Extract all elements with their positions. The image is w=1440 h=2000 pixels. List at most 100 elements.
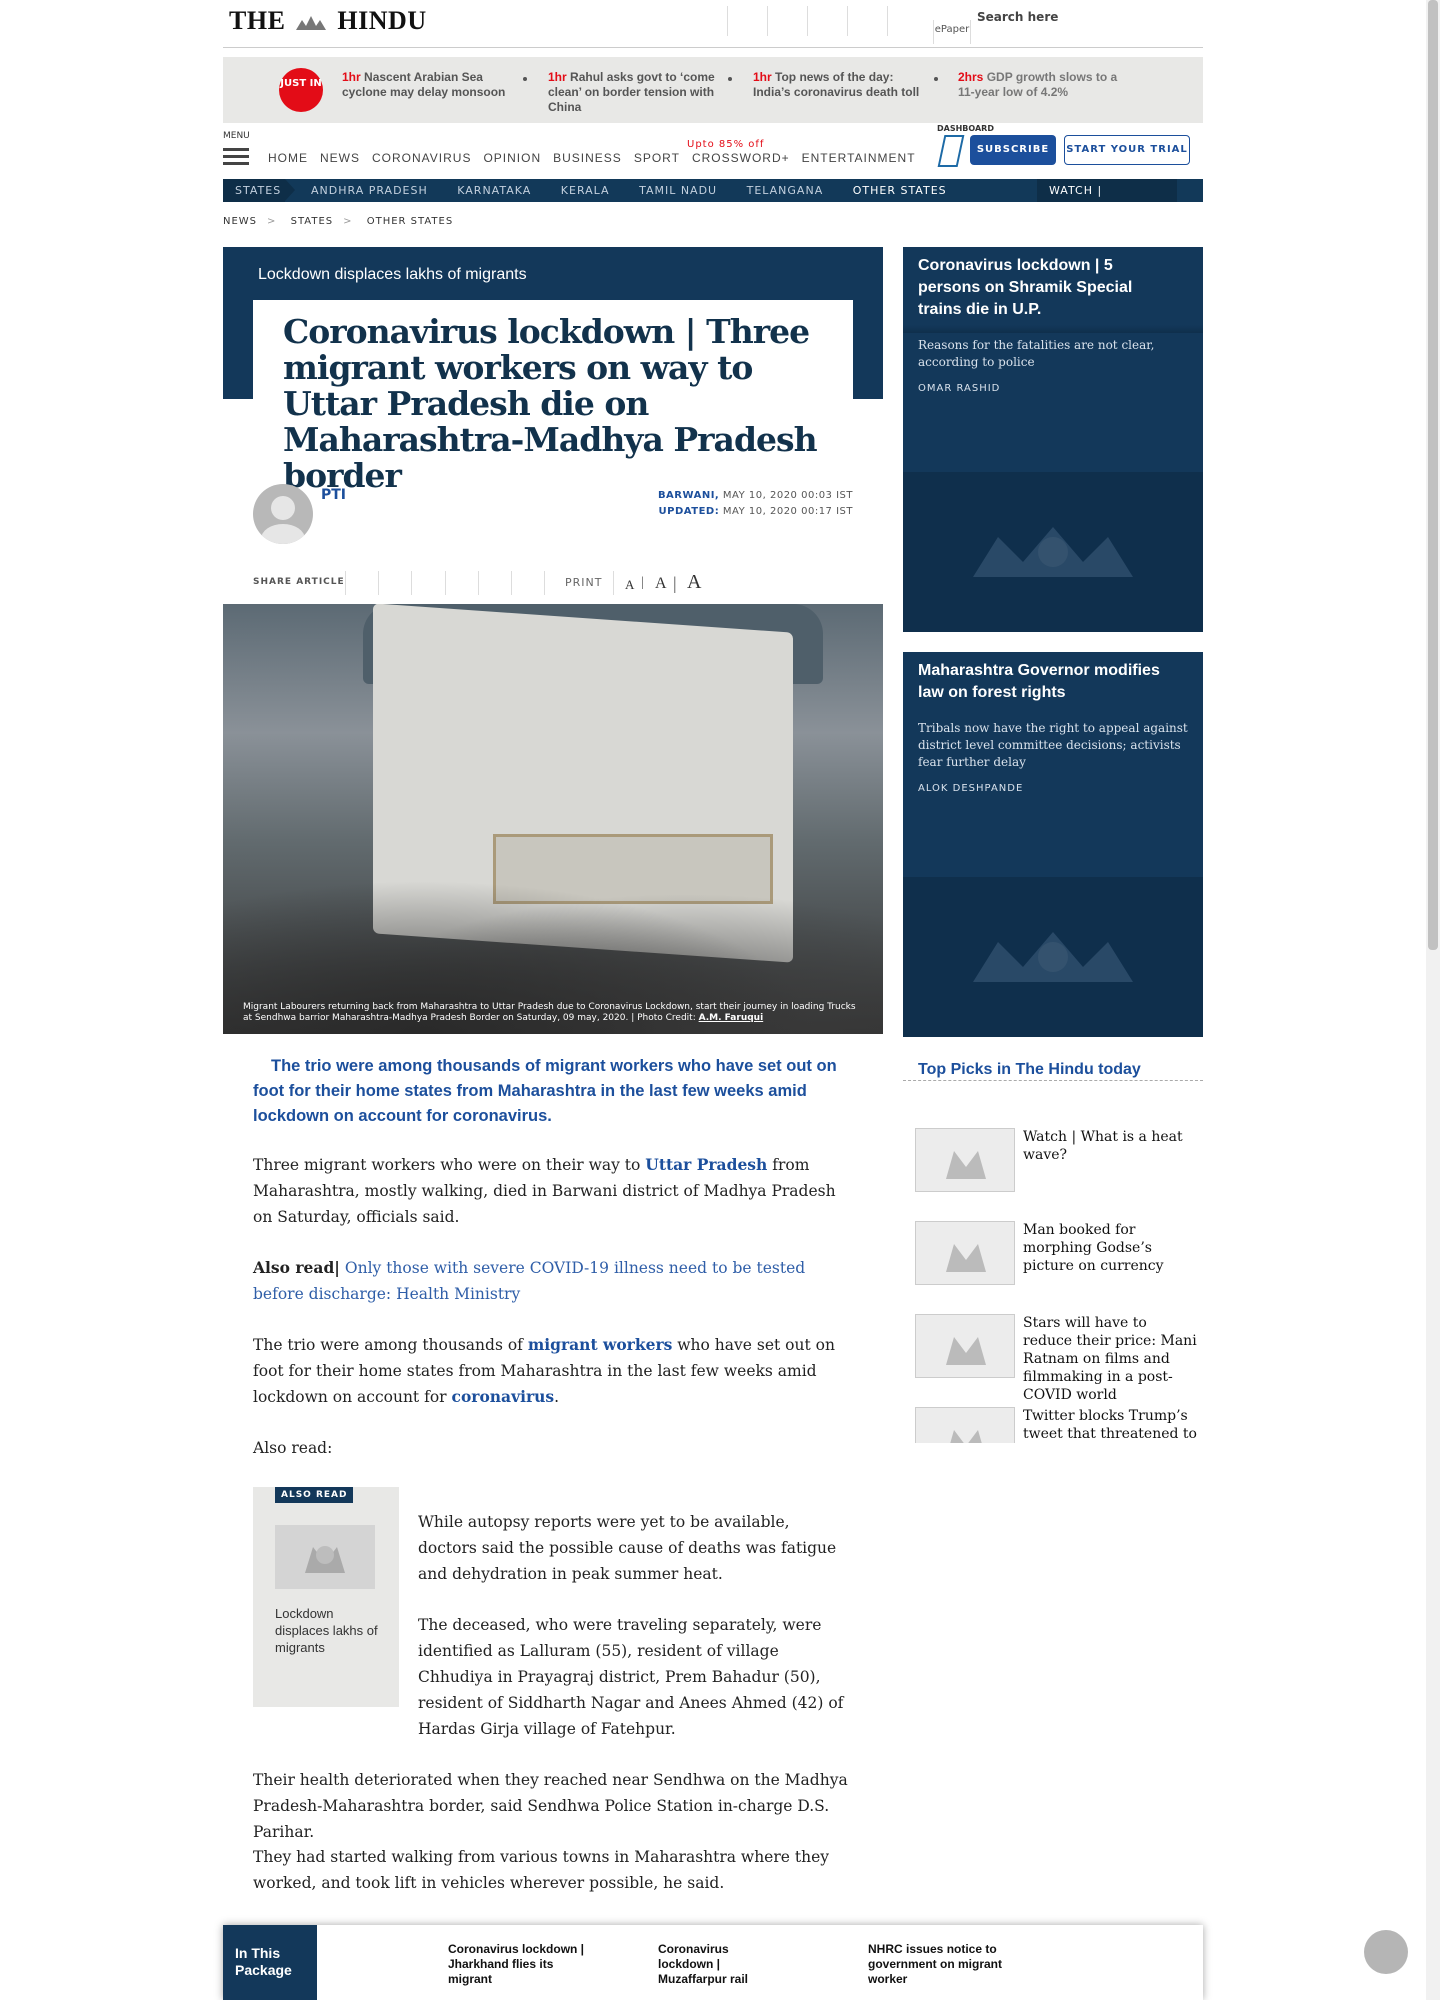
facebook-share-icon[interactable] <box>378 571 379 595</box>
photo-caption: Migrant Labourers returning back from Ma… <box>243 1002 863 1024</box>
also-read-label: Also read| <box>253 1258 340 1277</box>
package-item[interactable]: NHRC issues notice to government on migr… <box>868 1942 1018 1987</box>
subscribe-button[interactable]: SUBSCRIBE <box>970 135 1056 165</box>
share-divider <box>544 571 545 595</box>
paragraph-text: The trio were among thousands of <box>253 1336 528 1354</box>
twitter-icon[interactable] <box>767 6 807 36</box>
breadcrumb: NEWS > STATES > OTHER STATES <box>223 216 463 227</box>
article-lead: The trio were among thousands of migrant… <box>253 1057 837 1125</box>
state-tamil-nadu[interactable]: TAMIL NADU <box>639 184 717 197</box>
epaper-link[interactable]: ePaper <box>933 20 971 44</box>
nav-item-home[interactable]: HOME <box>268 151 308 165</box>
breadcrumb-separator: > <box>267 216 277 227</box>
site-logo[interactable]: THE HINDU <box>229 6 427 36</box>
migrant-workers-link[interactable]: migrant workers <box>528 1335 673 1354</box>
nav-item-entertainment[interactable]: ENTERTAINMENT <box>802 151 916 165</box>
ticker-item[interactable]: 2hrs GDP growth slows to a 11-year low o… <box>958 70 1128 100</box>
linkedin-share-icon[interactable] <box>445 571 446 595</box>
nav-item-sport[interactable]: SPORT <box>634 151 680 165</box>
uttar-pradesh-link[interactable]: Uttar Pradesh <box>645 1155 767 1174</box>
also-read-title: Lockdown displaces lakhs of migrants <box>275 1606 378 1655</box>
nav-item-coronavirus[interactable]: CORONAVIRUS <box>372 151 471 165</box>
states-label[interactable]: STATES <box>223 179 285 202</box>
font-size-separator: | <box>673 573 677 593</box>
print-button[interactable]: PRINT <box>565 576 602 589</box>
breadcrumb-separator: > <box>343 216 353 227</box>
crest-icon <box>973 527 1133 577</box>
nav-item-business[interactable]: BUSINESS <box>553 151 622 165</box>
top-picks-list: Watch | What is a heat wave? Man booked … <box>903 1088 1203 1443</box>
photo-credit[interactable]: A.M. Faruqui <box>699 1013 764 1023</box>
social-icons <box>727 6 927 36</box>
package-item[interactable]: Coronavirus lockdown | Jharkhand flies i… <box>448 1942 588 1987</box>
font-size-large-button[interactable]: A <box>687 571 701 594</box>
also-read-box[interactable]: ALSO READ Lockdown displaces lakhs of mi… <box>253 1487 399 1707</box>
sidebar-card[interactable]: Coronavirus lockdown | 5 persons on Shra… <box>903 247 1203 632</box>
breadcrumb-news[interactable]: NEWS <box>223 216 257 227</box>
updated-label: UPDATED: <box>658 506 720 517</box>
top-pick-item[interactable]: Watch | What is a heat wave? <box>915 1128 1195 1198</box>
ticker-item[interactable]: 1hr Nascent Arabian Sea cyclone may dela… <box>342 70 512 100</box>
whatsapp-share-icon[interactable] <box>478 571 479 595</box>
youtube-icon[interactable] <box>847 6 887 36</box>
breadcrumb-other-states[interactable]: OTHER STATES <box>367 216 453 227</box>
top-pick-item[interactable]: Man booked for morphing Godse’s picture … <box>915 1221 1195 1291</box>
state-telangana[interactable]: TELANGANA <box>747 184 824 197</box>
top-pick-item[interactable]: Twitter blocks Trump’s tweet that threat… <box>915 1407 1197 1443</box>
author-name[interactable]: PTI <box>321 487 346 503</box>
title-box: Coronavirus lockdown | Three migrant wor… <box>253 300 853 494</box>
article-dates: BARWANI, MAY 10, 2020 00:03 IST UPDATED:… <box>658 488 853 520</box>
breadcrumb-states[interactable]: STATES <box>291 216 334 227</box>
nav-item-crossword[interactable]: CROSSWORD+ <box>692 151 790 165</box>
logo-text-left: THE <box>229 6 286 35</box>
state-other-states[interactable]: OTHER STATES <box>853 184 947 197</box>
linkedin-icon[interactable] <box>807 6 847 36</box>
twitter-share-icon[interactable] <box>411 571 412 595</box>
share-divider <box>613 571 614 595</box>
ticker-item[interactable]: 1hr Rahul asks govt to ‘come clean’ on b… <box>548 70 718 115</box>
article-kicker[interactable]: Lockdown displaces lakhs of migrants <box>258 266 527 284</box>
just-in-ticker: JUST IN 1hr Nascent Arabian Sea cyclone … <box>223 57 1203 123</box>
facebook-icon[interactable] <box>727 6 767 36</box>
search-input[interactable]: Search here <box>977 10 1058 24</box>
dashboard-icon[interactable] <box>937 135 965 167</box>
font-size-small-button[interactable]: A <box>625 577 634 593</box>
hamburger-menu-icon[interactable] <box>223 148 249 169</box>
state-karnataka[interactable]: KARNATAKA <box>457 184 531 197</box>
email-share-icon[interactable] <box>511 571 512 595</box>
scroll-to-top-button[interactable] <box>1364 1930 1408 1974</box>
top-pick-title: Twitter blocks Trump’s tweet that threat… <box>1023 1408 1197 1442</box>
article-paragraph: Their health deteriorated when they reac… <box>253 1771 848 1841</box>
sidebar-card[interactable]: Maharashtra Governor modifies law on for… <box>903 652 1203 1037</box>
state-andhra-pradesh[interactable]: ANDHRA PRADESH <box>311 184 428 197</box>
nav-item-news[interactable]: NEWS <box>320 151 360 165</box>
updated-date: MAY 10, 2020 00:17 IST <box>722 506 853 517</box>
font-size-separator: | <box>641 575 644 590</box>
package-label: In This Package <box>223 1925 317 2000</box>
ticker-item[interactable]: 1hr Top news of the day: India’s coronav… <box>753 70 923 100</box>
scrollbar-thumb[interactable] <box>1428 0 1438 950</box>
ticker-separator <box>728 77 732 81</box>
start-trial-button[interactable]: START YOUR TRIAL <box>1064 135 1190 165</box>
ticker-separator <box>523 77 527 81</box>
article: Lockdown displaces lakhs of migrants Cor… <box>223 247 883 1927</box>
top-pick-item[interactable]: Stars will have to reduce their price: M… <box>915 1314 1197 1403</box>
sidebar-card-image <box>903 877 1203 1037</box>
states-bar: STATES ANDHRA PRADESH KARNATAKA KERALA T… <box>223 179 1203 220</box>
article-paragraph: Three migrant workers who were on their … <box>253 1152 853 1230</box>
card-divider <box>903 325 1203 333</box>
state-kerala[interactable]: KERALA <box>561 184 610 197</box>
coronavirus-link[interactable]: coronavirus <box>452 1387 555 1406</box>
also-read-tag: ALSO READ <box>275 1487 354 1503</box>
article-photo[interactable]: Migrant Labourers returning back from Ma… <box>223 604 883 1034</box>
crest-icon <box>973 932 1133 982</box>
dashboard-label: DASHBOARD <box>937 124 994 133</box>
nav-item-opinion[interactable]: OPINION <box>483 151 541 165</box>
watch-explained-link[interactable]: WATCH | EXPLAINED <box>1037 179 1177 220</box>
ticker-text: Rahul asks govt to ‘come clean’ on borde… <box>548 70 715 114</box>
paragraph-text: Three migrant workers who were on their … <box>253 1156 646 1174</box>
app-icon[interactable] <box>887 6 927 36</box>
sidebar-card-desc: Reasons for the fatalities are not clear… <box>918 338 1155 369</box>
package-item[interactable]: Coronavirus lockdown | Muzaffarpur rail <box>658 1942 758 1987</box>
font-size-medium-button[interactable]: A <box>655 575 667 593</box>
